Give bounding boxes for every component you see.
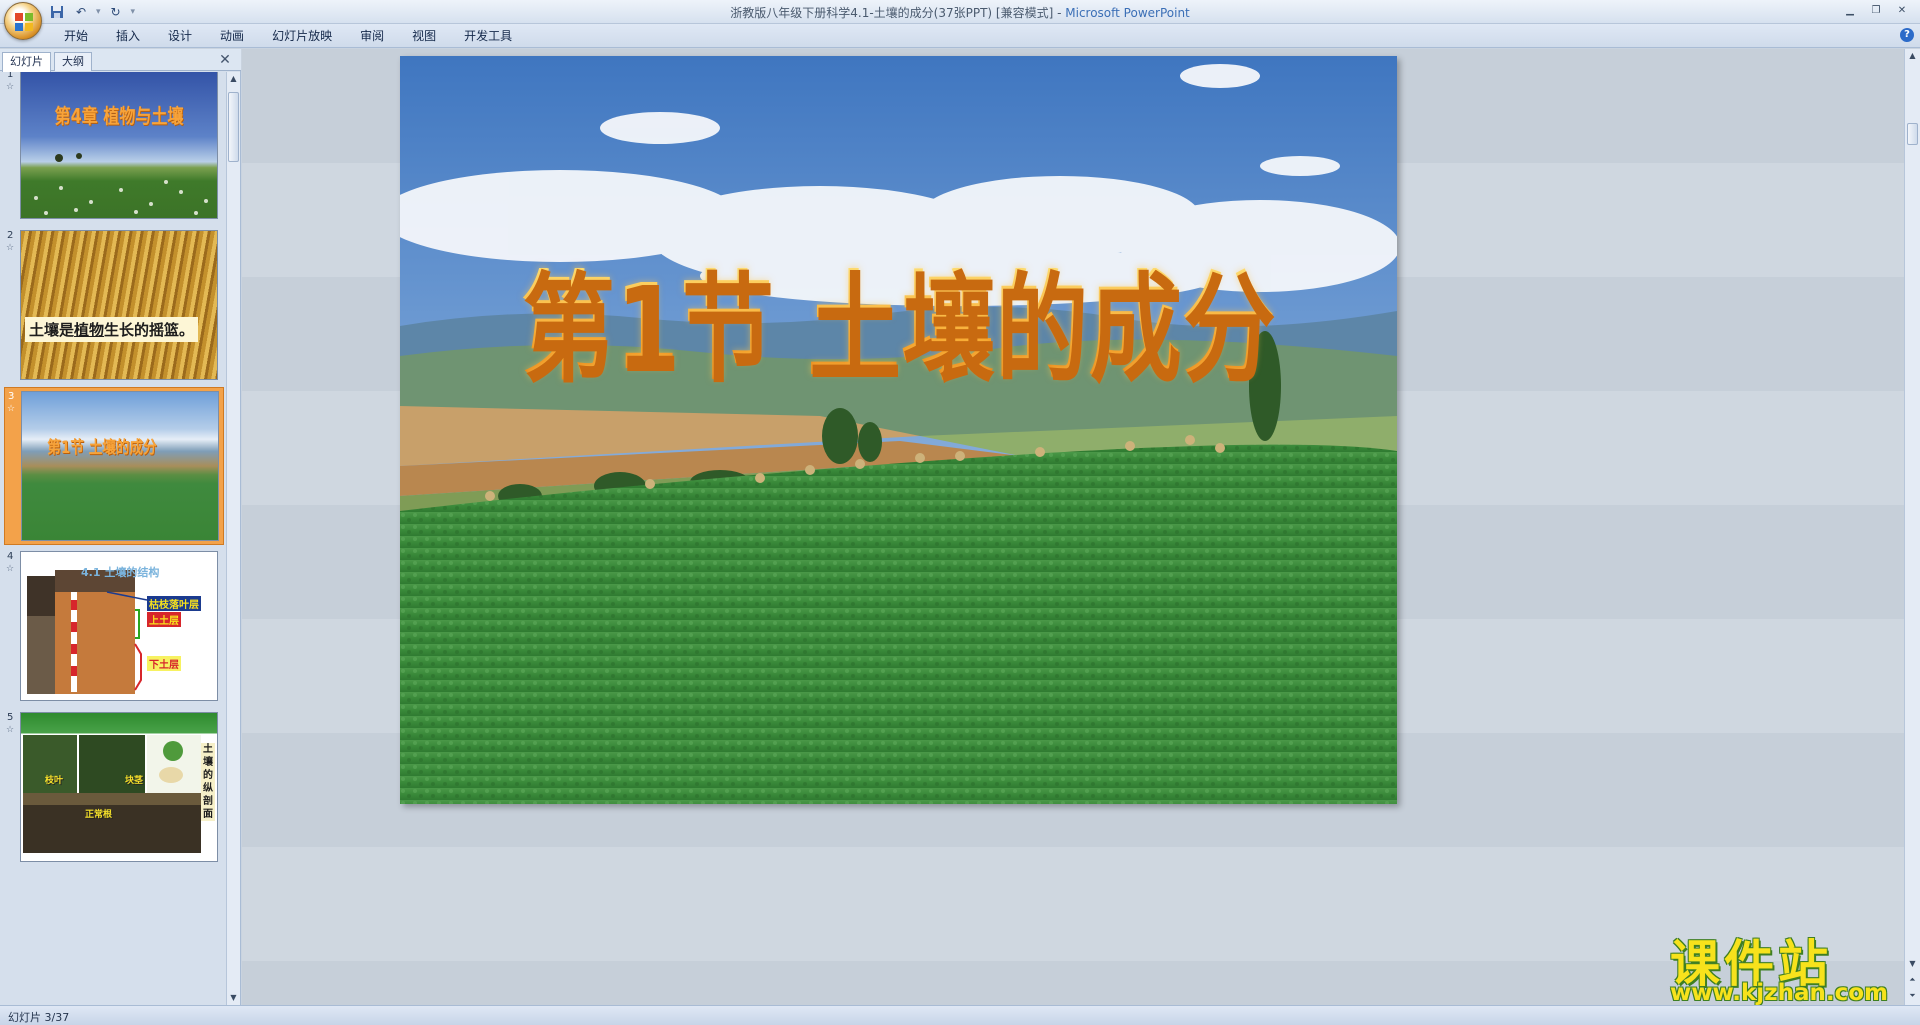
thumbnail-caption: 土壤是植物生长的摇篮。 [25, 317, 199, 342]
slide-counter: 幻灯片 3/37 [8, 1011, 70, 1024]
scroll-up-icon[interactable]: ▲ [227, 72, 240, 86]
slide-number: 3 [8, 391, 15, 402]
slide-preview: 4.1 土壤的结构 枯枝落叶层 上土层 下土层 [20, 551, 218, 701]
previous-slide-icon[interactable]: ⏶ [1905, 973, 1920, 987]
slide-preview: 枝叶 块茎 正常根 土壤的纵剖面 [20, 712, 218, 862]
caption-text: 生长的摇篮。 [104, 321, 195, 339]
tab-view[interactable]: 视图 [398, 28, 450, 45]
watermark-url: www.kjzhan.com [1670, 980, 1888, 1006]
animation-star-icon: ☆ [6, 564, 15, 574]
slide-number: 5 [7, 712, 14, 723]
close-icon[interactable]: ✕ [217, 52, 233, 68]
slide-thumbnail-3[interactable]: 3 ☆ 第1节 土壤的成分 [4, 387, 224, 545]
caption-text: 土壤是 [29, 321, 75, 339]
plant-illustration [23, 735, 201, 853]
animation-star-icon: ☆ [6, 725, 15, 735]
restore-icon[interactable]: ❐ [1864, 2, 1888, 18]
animation-star-icon: ☆ [6, 82, 15, 92]
close-icon[interactable]: ✕ [1890, 2, 1914, 18]
tab-design[interactable]: 设计 [154, 28, 206, 45]
status-bar: 幻灯片 3/37 [0, 1005, 1920, 1025]
label-subsoil: 下土层 [147, 656, 181, 671]
office-button[interactable] [4, 2, 42, 40]
label-tuber: 块茎 [125, 776, 144, 786]
slide-number: 1 [7, 72, 14, 80]
minimize-icon[interactable]: ▁ [1838, 2, 1862, 18]
label-normal-root: 正常根 [85, 810, 113, 820]
label-leaves: 枝叶 [45, 776, 64, 786]
tab-slideshow[interactable]: 幻灯片放映 [258, 28, 346, 45]
slides-pane: 幻灯片 大纲 ✕ 1 ☆ 第4章 植物与土壤 2 ☆ 土壤是植物生长的摇篮。 3… [0, 49, 241, 1005]
thumbnail-list: 1 ☆ 第4章 植物与土壤 2 ☆ 土壤是植物生长的摇篮。 3 ☆ 第1节 土壤… [0, 72, 226, 1005]
thumbnail-heading: 4.1 土壤的结构 [81, 566, 160, 579]
slide-preview: 土壤是植物生长的摇篮。 [20, 230, 218, 380]
slide-title[interactable]: 第1节 土壤的成分 [510, 268, 1288, 386]
slide-number: 2 [7, 230, 14, 241]
next-slide-icon[interactable]: ⏷ [1905, 989, 1920, 1003]
editor-scrollbar[interactable]: ▲ ▼ ⏶ ⏷ [1904, 49, 1920, 1005]
slide-thumbnail-2[interactable]: 2 ☆ 土壤是植物生长的摇篮。 [4, 227, 224, 385]
slide-thumbnail-5[interactable]: 5 ☆ 枝叶 块茎 正常根 土壤的纵剖面 [4, 709, 224, 867]
tab-insert[interactable]: 插入 [102, 28, 154, 45]
document-title: 浙教版八年级下册科学4.1-土壤的成分(37张PPT) [兼容模式] [730, 6, 1054, 20]
ribbon-tab-bar: 开始 插入 设计 动画 幻灯片放映 审阅 视图 开发工具 ? [0, 24, 1920, 48]
animation-star-icon: ☆ [7, 404, 16, 414]
slide-thumbnail-4[interactable]: 4 ☆ 4.1 土壤的结构 枯枝落叶层 上土层 下土层 [4, 548, 224, 706]
slide-preview [21, 391, 219, 541]
slide-editor: 第1节 土壤的成分 [242, 49, 1904, 1005]
landscape-background [400, 56, 1397, 804]
title-separator: - [1053, 6, 1066, 20]
ribbon-tabs: 开始 插入 设计 动画 幻灯片放映 审阅 视图 开发工具 [50, 28, 526, 45]
thumbnail-scrollbar[interactable]: ▲ ▼ [226, 72, 240, 1005]
slide-number: 4 [7, 551, 14, 562]
tab-slides[interactable]: 幻灯片 [2, 52, 51, 72]
help-icon[interactable]: ? [1900, 28, 1914, 42]
thumbnail-title: 第4章 植物与土壤 [54, 104, 184, 128]
caption-underline: 植物 [74, 321, 105, 339]
tab-developer[interactable]: 开发工具 [450, 28, 526, 45]
scrollbar-thumb[interactable] [1907, 123, 1918, 145]
title-bar: ↶ ▾ ↻ ▾ 浙教版八年级下册科学4.1-土壤的成分(37张PPT) [兼容模… [0, 0, 1920, 40]
watermark: 课件站 www.kjzhan.com [1670, 924, 1902, 1006]
animation-star-icon: ☆ [6, 243, 15, 253]
office-logo-icon [15, 13, 33, 31]
window-title: 浙教版八年级下册科学4.1-土壤的成分(37张PPT) [兼容模式] - Mic… [0, 4, 1920, 21]
app-name: Microsoft PowerPoint [1065, 6, 1190, 20]
tab-animations[interactable]: 动画 [206, 28, 258, 45]
field-illustration [34, 153, 208, 215]
tab-home[interactable]: 开始 [50, 28, 102, 45]
scroll-down-icon[interactable]: ▼ [1905, 957, 1920, 971]
tab-outline[interactable]: 大纲 [54, 52, 92, 71]
current-slide[interactable]: 第1节 土壤的成分 [400, 56, 1397, 804]
window-controls: ▁ ❐ ✕ [1838, 2, 1914, 18]
label-topsoil: 上土层 [147, 612, 181, 627]
tab-review[interactable]: 审阅 [346, 28, 398, 45]
scroll-down-icon[interactable]: ▼ [227, 991, 240, 1005]
slide-preview: 第4章 植物与土壤 [20, 72, 218, 219]
vertical-caption: 土壤的纵剖面 [201, 743, 215, 821]
thumbnail-title: 第1节 土壤的成分 [47, 438, 157, 458]
scrollbar-thumb[interactable] [228, 92, 239, 162]
scroll-up-icon[interactable]: ▲ [1905, 49, 1920, 63]
pane-tabs: 幻灯片 大纲 ✕ [0, 49, 241, 72]
label-litter-layer: 枯枝落叶层 [147, 596, 201, 611]
slide-thumbnail-1[interactable]: 1 ☆ 第4章 植物与土壤 [4, 72, 224, 224]
